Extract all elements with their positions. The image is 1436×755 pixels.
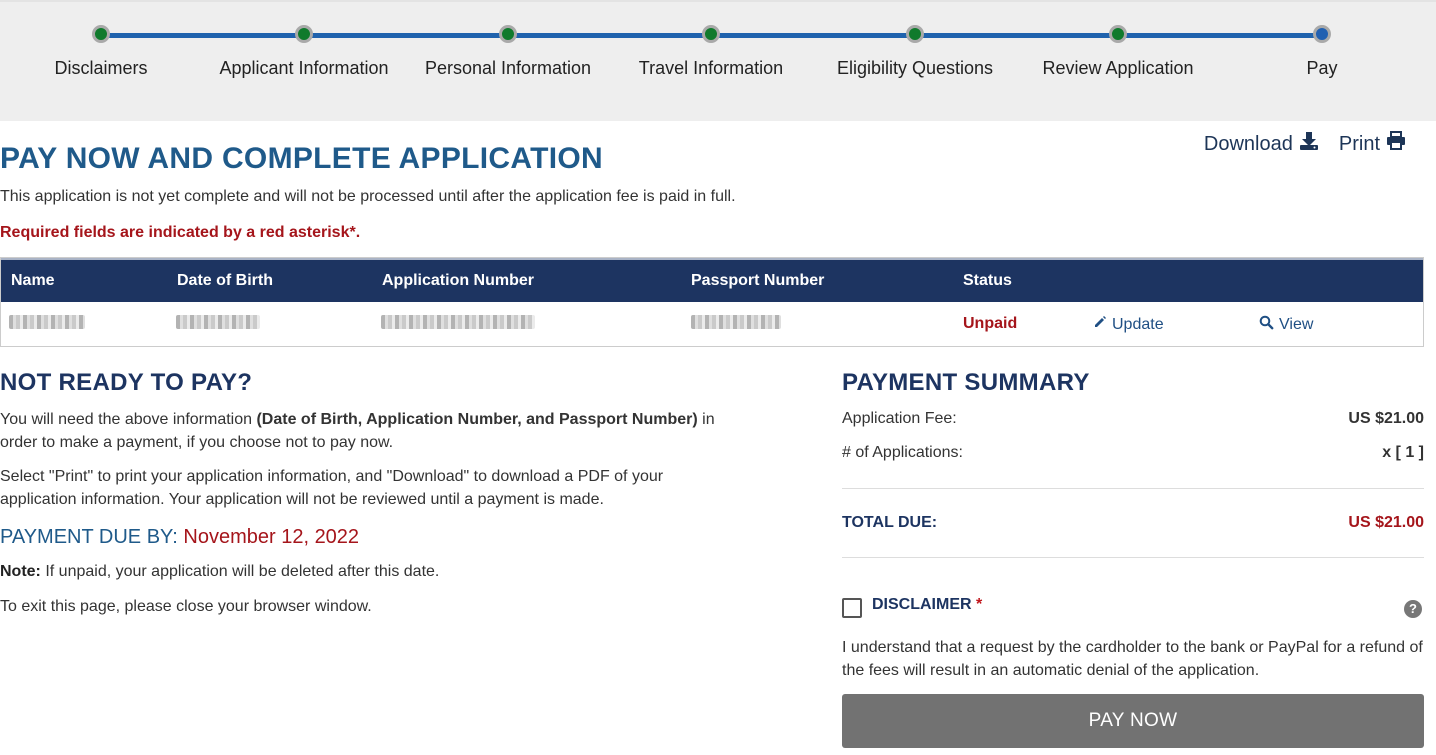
download-label: Download	[1203, 132, 1293, 155]
total-due-value: US $21.00	[1348, 514, 1424, 531]
step-label: Travel Information	[638, 58, 784, 78]
print-icon	[1386, 131, 1406, 157]
step-label: Personal Information	[424, 58, 592, 78]
page-title: PAY NOW AND COMPLETE APPLICATION	[0, 142, 603, 175]
column-header-application-number: Application Number	[382, 272, 535, 289]
payment-due-date: November 12, 2022	[183, 526, 360, 548]
table-header: Name Date of Birth Application Number Pa…	[1, 258, 1423, 302]
disclaimer-checkbox[interactable]	[842, 598, 862, 618]
pay-now-button[interactable]: PAY NOW	[842, 694, 1424, 748]
required-asterisk: *	[976, 596, 983, 613]
unpaid-note: Note: If unpaid, your application will b…	[0, 563, 440, 580]
step-label: Review Application	[1042, 58, 1194, 78]
question-circle-icon[interactable]: ?	[1404, 600, 1422, 618]
applications-count-label: # of Applications:	[842, 444, 963, 461]
total-due-row: TOTAL DUE: US $21.00	[842, 514, 1424, 532]
step-label: Eligibility Questions	[836, 58, 994, 78]
cell-dob-redacted	[176, 315, 260, 329]
column-header-passport-number: Passport Number	[691, 272, 825, 289]
print-button[interactable]: Print	[1339, 131, 1406, 157]
print-download-instructions: Select "Print" to print your application…	[0, 468, 664, 508]
not-ready-info-text: You will need the above information (Dat…	[0, 411, 715, 451]
table-row: Unpaid Update View	[1, 302, 1423, 346]
not-ready-heading: NOT READY TO PAY?	[0, 369, 253, 396]
view-link[interactable]: View	[1259, 315, 1313, 335]
intro-text: This application is not yet complete and…	[0, 188, 736, 205]
required-fields-note: Required fields are indicated by a red a…	[0, 224, 361, 241]
column-header-name: Name	[11, 272, 55, 289]
applications-table: Name Date of Birth Application Number Pa…	[0, 257, 1424, 347]
step-complete-dot	[906, 25, 924, 43]
payment-due-label: PAYMENT DUE BY:	[0, 526, 178, 548]
column-header-date-of-birth: Date of Birth	[177, 272, 273, 289]
exit-instructions: To exit this page, please close your bro…	[0, 598, 372, 615]
update-link[interactable]: Update	[1093, 315, 1164, 334]
download-button[interactable]: Download	[1204, 131, 1319, 157]
step-complete-dot	[295, 25, 313, 43]
divider	[842, 488, 1424, 489]
payment-summary-heading: PAYMENT SUMMARY	[842, 369, 1090, 396]
application-fee-value: US $21.00	[1348, 410, 1424, 427]
applications-count-value: x [ 1 ]	[1382, 444, 1424, 461]
step-complete-dot	[499, 25, 517, 43]
pencil-icon	[1093, 315, 1107, 334]
divider	[842, 557, 1424, 558]
disclaimer-label[interactable]: DISCLAIMER *	[872, 596, 982, 614]
print-label: Print	[1338, 132, 1380, 155]
step-label: Pay	[1306, 58, 1338, 78]
download-icon	[1299, 131, 1319, 157]
update-label: Update	[1112, 315, 1164, 333]
column-header-status: Status	[963, 272, 1012, 289]
search-icon	[1259, 315, 1274, 335]
progress-stepper: Disclaimers Applicant Information Person…	[0, 0, 1436, 121]
cell-passport-number-redacted	[691, 315, 781, 329]
page-tools: Download Print	[1204, 131, 1406, 157]
payment-due-by: PAYMENT DUE BY: November 12, 2022	[0, 526, 359, 549]
status-badge: Unpaid	[963, 315, 1018, 332]
step-label: Disclaimers	[54, 58, 148, 78]
cell-name-redacted	[9, 315, 85, 329]
step-complete-dot	[92, 25, 110, 43]
application-fee-label: Application Fee:	[842, 410, 957, 427]
applications-count-row: # of Applications: x [ 1 ]	[842, 444, 1424, 462]
step-complete-dot	[702, 25, 720, 43]
disclaimer-text: I understand that a request by the cardh…	[842, 639, 1423, 679]
step-current-dot	[1313, 25, 1331, 43]
total-due-label: TOTAL DUE:	[842, 514, 938, 531]
application-fee-row: Application Fee: US $21.00	[842, 410, 1424, 428]
step-label: Applicant Information	[219, 58, 389, 78]
view-label: View	[1279, 316, 1314, 333]
cell-application-number-redacted	[381, 315, 535, 329]
step-complete-dot	[1109, 25, 1127, 43]
